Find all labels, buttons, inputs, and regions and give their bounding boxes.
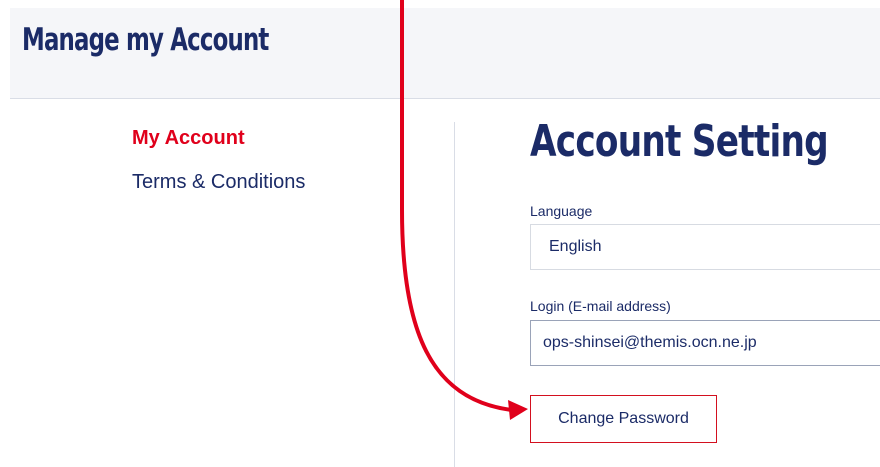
page: Manage my Account My Account Terms & Con… bbox=[0, 0, 880, 467]
language-label: Language bbox=[530, 203, 593, 219]
login-email-label: Login (E-mail address) bbox=[530, 298, 671, 314]
annotation-arrow-head bbox=[508, 400, 528, 420]
page-header: Manage my Account bbox=[10, 8, 880, 99]
page-header-title: Manage my Account bbox=[22, 22, 269, 58]
account-sidebar: My Account Terms & Conditions bbox=[132, 126, 305, 213]
login-email-input[interactable] bbox=[531, 321, 880, 365]
sidebar-item-my-account[interactable]: My Account bbox=[132, 126, 305, 150]
login-email-field[interactable] bbox=[530, 320, 880, 366]
change-password-button[interactable]: Change Password bbox=[530, 395, 717, 443]
content-divider bbox=[454, 122, 455, 467]
language-select[interactable]: English bbox=[530, 224, 880, 270]
account-setting-title: Account Setting bbox=[530, 116, 829, 167]
sidebar-item-terms-conditions[interactable]: Terms & Conditions bbox=[132, 170, 305, 194]
